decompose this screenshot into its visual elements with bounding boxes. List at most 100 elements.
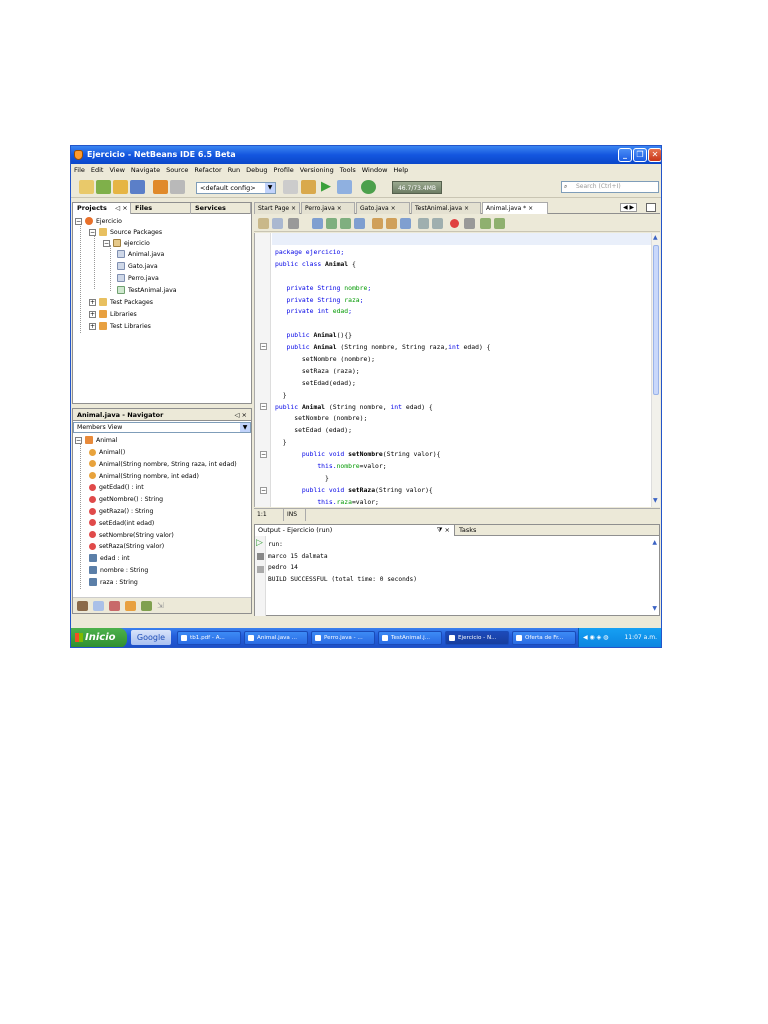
tree-item-libraries[interactable]: + Libraries: [89, 309, 137, 320]
back-icon[interactable]: [258, 218, 269, 229]
filter-inherited-icon[interactable]: [141, 601, 152, 611]
code-line[interactable]: public void setRaza(String valor){: [275, 485, 490, 497]
navigator-member[interactable]: setRaza(String valor): [89, 541, 164, 552]
output-text[interactable]: run: marco 15 dalmata pedro 14 BUILD SUCCES…: [268, 539, 417, 585]
start-button[interactable]: Inicio: [71, 628, 127, 647]
taskbar-button[interactable]: Oferta de Fr...: [512, 631, 576, 645]
menu-item-source[interactable]: Source: [163, 164, 191, 176]
code-line[interactable]: setEdad (edad);: [275, 425, 490, 437]
navigator-root[interactable]: − Animal: [75, 435, 117, 446]
code-line[interactable]: this.raza=valor;: [275, 497, 490, 509]
navigator-member[interactable]: raza : String: [89, 577, 138, 588]
navigator-member[interactable]: getEdad() : int: [89, 482, 144, 493]
tray-icons[interactable]: ◀ ◉ ◈ ◍: [583, 628, 608, 647]
code-line[interactable]: }: [275, 390, 490, 402]
menu-item-navigate[interactable]: Navigate: [128, 164, 163, 176]
sort-icon[interactable]: [77, 601, 88, 611]
tab-tasks[interactable]: Tasks: [459, 525, 476, 536]
comment-icon[interactable]: [480, 218, 491, 229]
find-icon[interactable]: [312, 218, 323, 229]
restore-button[interactable]: ❐: [633, 148, 647, 162]
menu-item-versioning[interactable]: Versioning: [297, 164, 337, 176]
taskbar-button[interactable]: tb1.pdf - A...: [177, 631, 241, 645]
tree-item-gato-java[interactable]: Gato.java: [117, 261, 158, 272]
open-project-icon[interactable]: [113, 180, 128, 194]
menu-item-window[interactable]: Window: [359, 164, 391, 176]
filter-nonpublic-icon[interactable]: [125, 601, 136, 611]
tab-gato-java[interactable]: Gato.java ×: [356, 202, 410, 214]
fold-icon[interactable]: −: [260, 451, 267, 458]
title-bar[interactable]: Ejercicio - NetBeans IDE 6.5 Beta _ ❐ ✕: [71, 146, 661, 164]
start-macro-icon[interactable]: [450, 219, 459, 228]
taskbar-button[interactable]: TestAnimal.j...: [378, 631, 442, 645]
next-bookmark-icon[interactable]: [386, 218, 397, 229]
menu-item-refactor[interactable]: Refactor: [191, 164, 224, 176]
navigator-member[interactable]: setNombre(String valor): [89, 530, 174, 541]
rerun-icon[interactable]: ▷: [256, 538, 263, 548]
clean-build-icon[interactable]: [301, 180, 316, 194]
new-file-icon[interactable]: [79, 180, 94, 194]
tab-services[interactable]: Services: [191, 203, 251, 214]
tab-nav-arrows[interactable]: ◀ ▶: [620, 203, 638, 212]
toggle-bookmark-icon[interactable]: [400, 218, 411, 229]
menu-item-view[interactable]: View: [106, 164, 127, 176]
fold-icon[interactable]: −: [260, 487, 267, 494]
redo-icon[interactable]: [170, 180, 185, 194]
prev-bookmark-icon[interactable]: [372, 218, 383, 229]
scroll-thumb[interactable]: [653, 245, 659, 395]
tree-item-test-packages[interactable]: + Test Packages: [89, 297, 153, 308]
minimize-button[interactable]: _: [618, 148, 632, 162]
menu-item-profile[interactable]: Profile: [271, 164, 297, 176]
code-line[interactable]: this.nombre=valor;: [275, 461, 490, 473]
code-line[interactable]: private String raza;: [275, 295, 490, 307]
code-line[interactable]: package ejercicio;: [275, 247, 490, 259]
undo-icon[interactable]: [153, 180, 168, 194]
tab-files[interactable]: Files: [131, 203, 191, 214]
navigator-member[interactable]: getRaza() : String: [89, 506, 153, 517]
panel-close-icon[interactable]: ◁ ×: [234, 409, 247, 421]
menu-item-file[interactable]: File: [71, 164, 88, 176]
navigator-member[interactable]: Animal(String nombre, int edad): [89, 471, 199, 482]
code-line[interactable]: public class Animal {: [275, 259, 490, 271]
tab-testanimal-java[interactable]: TestAnimal.java ×: [411, 202, 481, 214]
find-prev-icon[interactable]: [326, 218, 337, 229]
close-button[interactable]: ✕: [648, 148, 661, 162]
scroll-down-icon[interactable]: ▼: [652, 605, 657, 612]
shift-right-icon[interactable]: [432, 218, 443, 229]
shift-left-icon[interactable]: [418, 218, 429, 229]
taskbar-button[interactable]: Animal.java ...: [244, 631, 308, 645]
filter-static-icon[interactable]: [109, 601, 120, 611]
forward-icon[interactable]: [272, 218, 283, 229]
navigator-member[interactable]: Animal(String nombre, String raza, int e…: [89, 459, 237, 470]
code-line[interactable]: public Animal (String nombre, String raz…: [275, 342, 491, 354]
build-hammer-icon[interactable]: [283, 180, 298, 194]
expand-all-icon[interactable]: ⇲: [157, 601, 168, 611]
tree-item-project[interactable]: − Ejercicio: [75, 216, 122, 227]
tree-item-testanimal-java[interactable]: TestAnimal.java: [117, 285, 177, 296]
navigator-member[interactable]: setEdad(int edad): [89, 518, 154, 529]
taskbar-button[interactable]: Perro.java - ...: [311, 631, 375, 645]
navigator-member[interactable]: getNombre() : String: [89, 494, 163, 505]
profile-icon[interactable]: [361, 180, 376, 194]
google-toolbar[interactable]: Google: [131, 630, 171, 645]
tree-item-perro-java[interactable]: Perro.java: [117, 273, 159, 284]
menu-item-edit[interactable]: Edit: [88, 164, 107, 176]
menu-item-run[interactable]: Run: [225, 164, 243, 176]
uncomment-icon[interactable]: [494, 218, 505, 229]
menu-item-tools[interactable]: Tools: [337, 164, 359, 176]
scroll-up-icon[interactable]: ▲: [653, 234, 658, 241]
fold-icon[interactable]: −: [260, 403, 267, 410]
debug-icon[interactable]: [337, 180, 352, 194]
last-edit-icon[interactable]: [288, 218, 299, 229]
chevron-down-icon[interactable]: ▼: [265, 183, 275, 193]
tree-item-package[interactable]: − ejercicio: [103, 238, 150, 249]
search-input[interactable]: ⌕ Search (Ctrl+I): [561, 181, 659, 193]
tab-perro-java[interactable]: Perro.java ×: [301, 202, 355, 214]
tree-item-source-packages[interactable]: − Source Packages: [89, 227, 162, 238]
code-line[interactable]: private String nombre;: [275, 283, 490, 295]
scroll-down-icon[interactable]: ▼: [653, 497, 658, 504]
code-line[interactable]: public Animal (String nombre, int edad) …: [275, 402, 490, 414]
code-text[interactable]: package ejercicio; public class Animal { …: [275, 247, 490, 509]
code-line[interactable]: setRaza (raza);: [275, 366, 490, 378]
members-view-select[interactable]: Members View ▼: [73, 422, 251, 433]
